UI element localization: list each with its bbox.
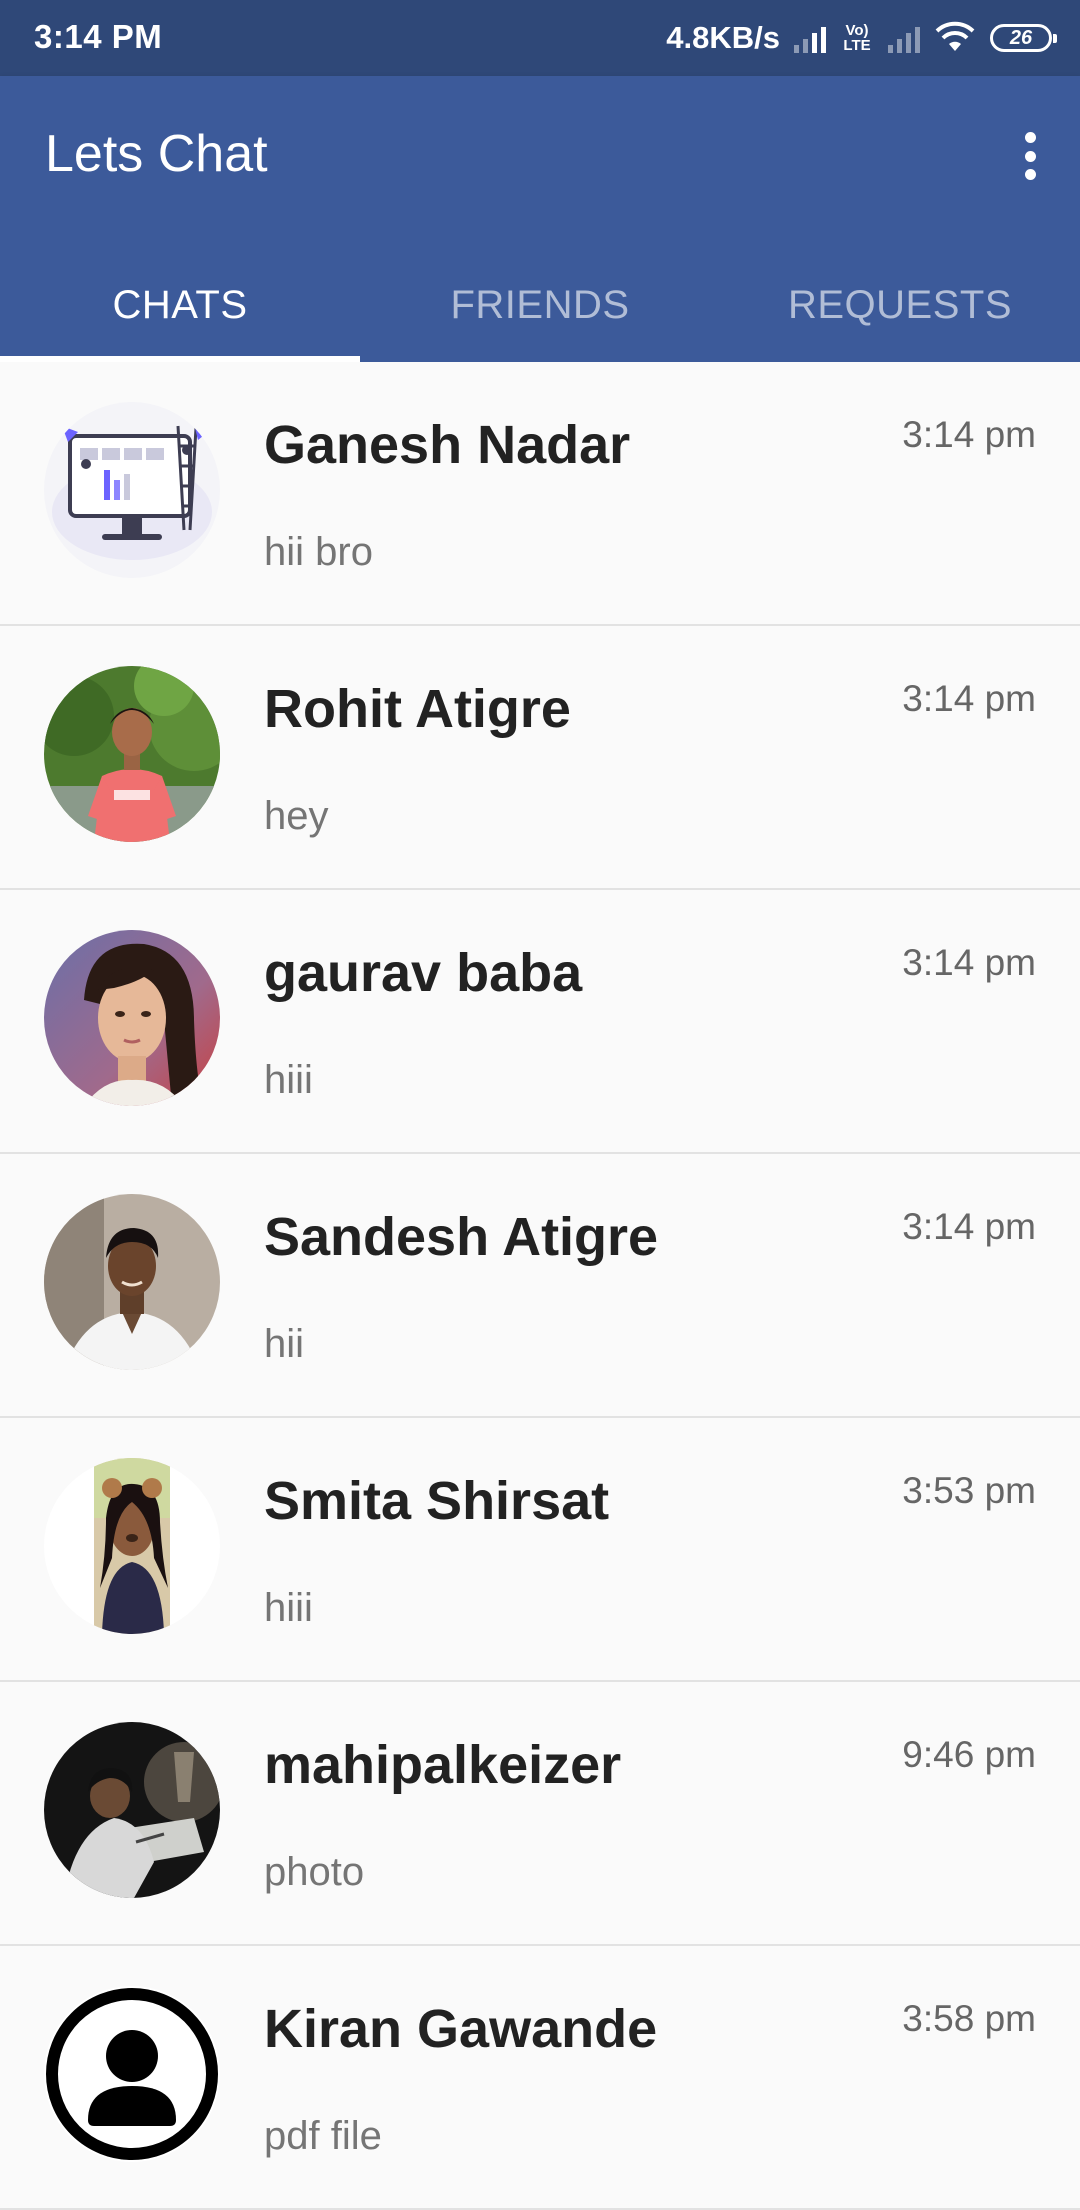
app-bar: Lets Chat CHATS FRIENDS REQUESTS <box>0 76 1080 362</box>
chat-last-message: hii <box>264 1322 305 1366</box>
chat-time: 9:46 pm <box>902 1734 1036 1775</box>
chat-item[interactable]: mahipalkeizer photo 9:46 pm <box>0 1682 1080 1946</box>
status-icons: 4.8KB/s Vo) LTE 26 <box>666 14 1057 62</box>
avatar <box>44 1458 220 1634</box>
chat-name: mahipalkeizer <box>264 1735 622 1795</box>
avatar <box>44 402 220 578</box>
chat-time: 3:14 pm <box>902 678 1036 719</box>
chat-last-message: hiii <box>264 1058 313 1102</box>
chat-time: 3:14 pm <box>902 414 1036 455</box>
net-speed: 4.8KB/s <box>666 20 780 55</box>
chat-time: 3:14 pm <box>902 1206 1036 1247</box>
chat-name: gaurav baba <box>264 943 583 1003</box>
chat-item[interactable]: Kiran Gawande pdf file 3:58 pm <box>0 1946 1080 2210</box>
chat-item[interactable]: Rohit Atigre hey 3:14 pm <box>0 626 1080 890</box>
wifi-icon <box>934 19 976 58</box>
status-bar: 3:14 PM 4.8KB/s Vo) LTE 26 <box>0 0 1080 76</box>
avatar <box>44 930 220 1106</box>
chat-item[interactable]: Ganesh Nadar hii bro 3:14 pm <box>0 362 1080 626</box>
default-user-icon <box>44 1986 220 2162</box>
tab-requests[interactable]: REQUESTS <box>720 256 1080 362</box>
chat-name: Ganesh Nadar <box>264 415 631 475</box>
chat-list: Ganesh Nadar hii bro 3:14 pm Rohit Atigr… <box>0 362 1080 2210</box>
tab-bar: CHATS FRIENDS REQUESTS <box>0 256 1080 362</box>
chat-name: Smita Shirsat <box>264 1471 610 1531</box>
status-time: 3:14 PM <box>34 18 163 55</box>
chat-name: Sandesh Atigre <box>264 1207 659 1267</box>
tab-chats[interactable]: CHATS <box>0 256 360 362</box>
volte-icon: Vo) LTE <box>843 22 871 54</box>
chat-time: 3:58 pm <box>902 1998 1036 2039</box>
chat-item[interactable]: gaurav baba hiii 3:14 pm <box>0 890 1080 1154</box>
chat-name: Kiran Gawande <box>264 1999 658 2059</box>
chat-item[interactable]: Smita Shirsat hiii 3:53 pm <box>0 1418 1080 1682</box>
tab-friends[interactable]: FRIENDS <box>360 256 720 362</box>
chat-time: 3:14 pm <box>902 942 1036 983</box>
avatar <box>44 666 220 842</box>
chat-last-message: photo <box>264 1850 365 1894</box>
battery-icon: 26 <box>990 24 1057 52</box>
signal-icon <box>794 23 826 53</box>
more-vert-icon[interactable] <box>1010 128 1050 184</box>
chat-last-message: hii bro <box>264 530 373 574</box>
avatar <box>44 1194 220 1370</box>
signal-no-sim-icon <box>888 23 920 53</box>
avatar <box>44 1722 220 1898</box>
chat-last-message: hiii <box>264 1586 313 1630</box>
app-title: Lets Chat <box>45 125 268 183</box>
chat-time: 3:53 pm <box>902 1470 1036 1511</box>
chat-item[interactable]: Sandesh Atigre hii 3:14 pm <box>0 1154 1080 1418</box>
chat-name: Rohit Atigre <box>264 679 571 739</box>
chat-last-message: pdf file <box>264 2114 382 2158</box>
chat-last-message: hey <box>264 794 329 838</box>
